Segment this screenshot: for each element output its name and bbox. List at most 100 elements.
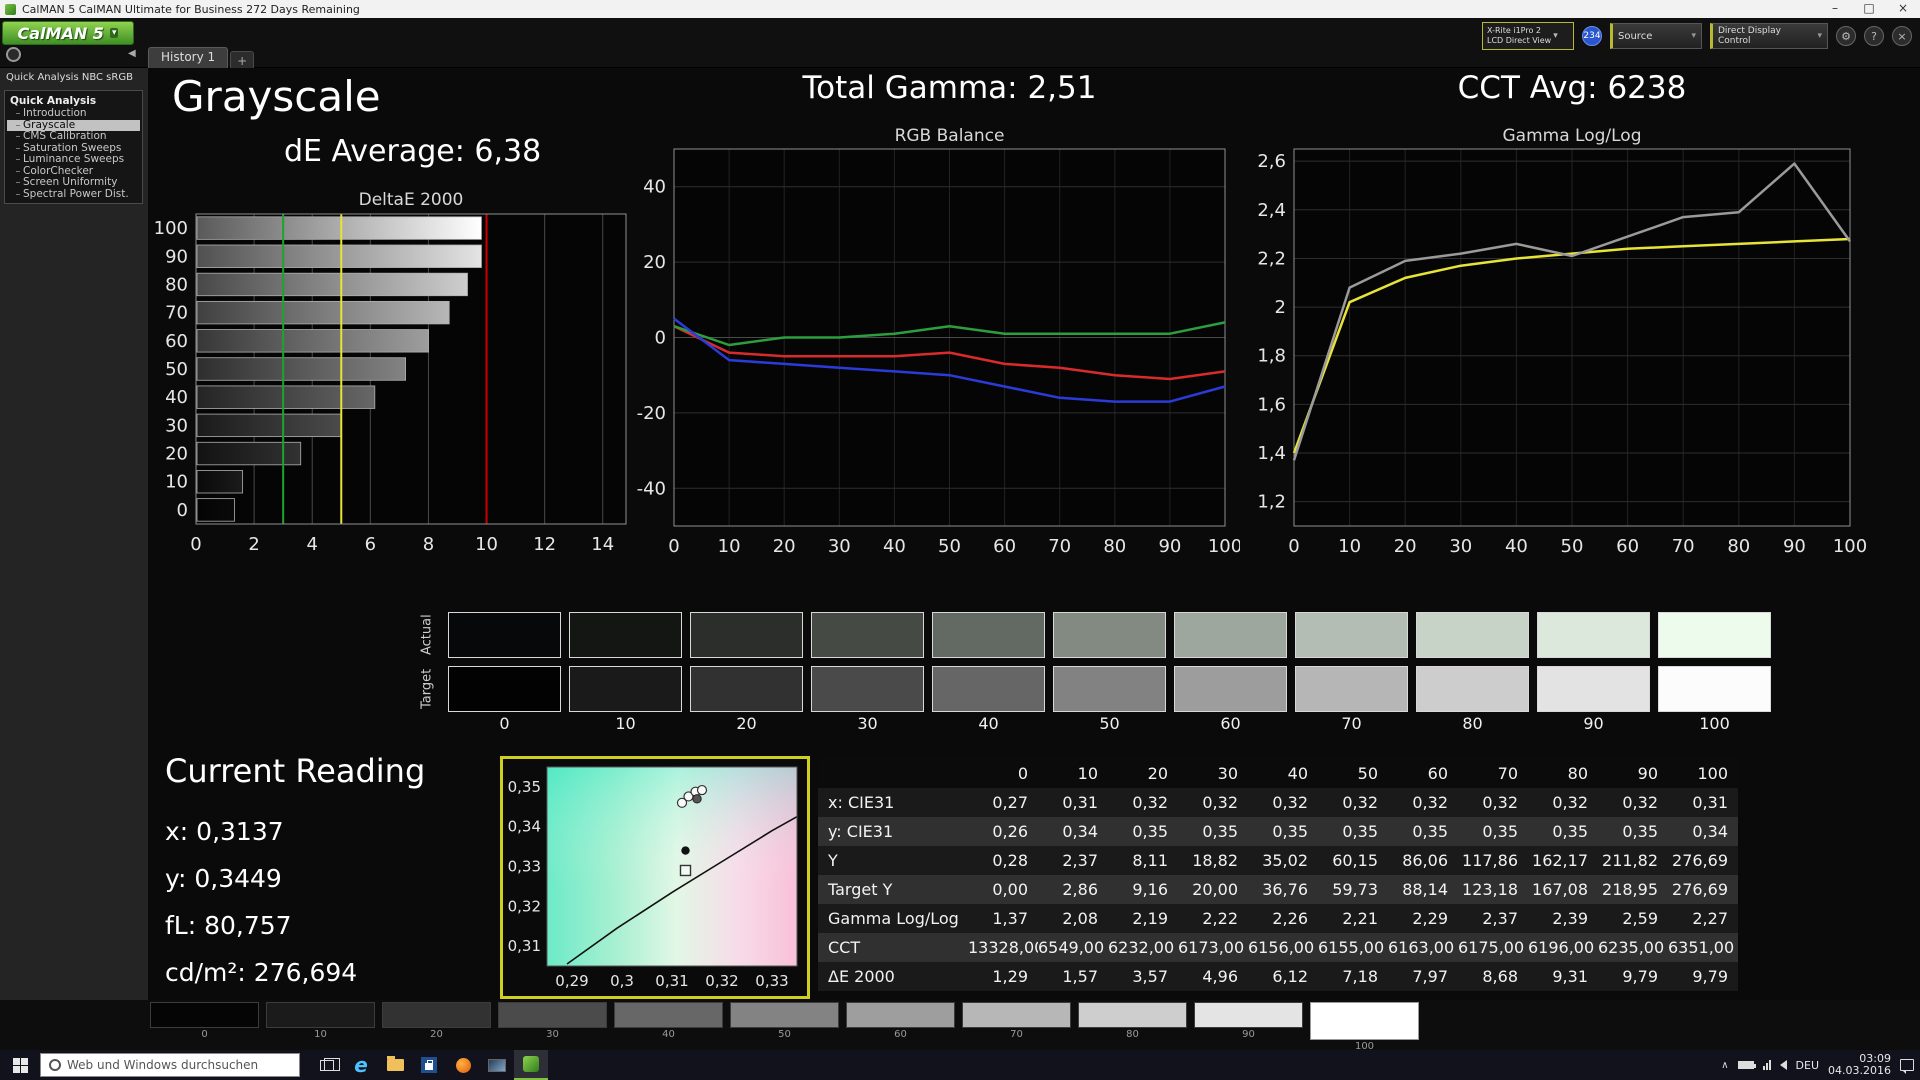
svg-text:70: 70: [1048, 536, 1071, 557]
sidebar-item-introduction[interactable]: Introduction: [7, 107, 140, 120]
level-button-40[interactable]: 40: [614, 1002, 723, 1040]
sidebar-item-screen-uniformity[interactable]: Screen Uniformity: [7, 176, 140, 189]
svg-text:90: 90: [1158, 536, 1181, 557]
gear-icon[interactable]: ⚙: [1836, 26, 1856, 46]
level-button-0[interactable]: 0: [150, 1002, 259, 1040]
store-button[interactable]: [412, 1050, 446, 1080]
screenshot-app-button[interactable]: [480, 1050, 514, 1080]
svg-text:40: 40: [1505, 536, 1528, 557]
table-cell: 0,32: [1178, 788, 1248, 817]
calman-logo[interactable]: CalMAN 5 ▾: [2, 21, 134, 45]
level-button-20[interactable]: 20: [382, 1002, 491, 1040]
battery-icon[interactable]: [1737, 1061, 1756, 1069]
svg-text:-40: -40: [637, 478, 666, 499]
meter-line2: LCD Direct View: [1487, 36, 1552, 45]
task-view-icon: [320, 1057, 340, 1071]
svg-text:10: 10: [718, 536, 741, 557]
swatch-level-label: 30: [857, 714, 878, 733]
svg-text:0,34: 0,34: [508, 818, 541, 836]
add-tab-button[interactable]: +: [230, 51, 255, 68]
svg-text:0,29: 0,29: [555, 972, 588, 990]
svg-text:0: 0: [1288, 536, 1299, 557]
svg-text:100: 100: [1833, 536, 1867, 557]
swatch-comparison: Actual Target 0 10 20 30 40 50 60 70 80 90 100: [414, 612, 1771, 733]
svg-text:40: 40: [165, 387, 188, 408]
session-options-button[interactable]: [6, 47, 21, 62]
table-cell: 2,26: [1248, 904, 1318, 933]
svg-text:40: 40: [883, 536, 906, 557]
task-view-button[interactable]: [310, 1050, 344, 1080]
source-dropdown[interactable]: Source ▾: [1610, 23, 1702, 49]
level-button-30[interactable]: 30: [498, 1002, 607, 1040]
table-cell: 8,68: [1458, 962, 1528, 991]
sidebar-item-luminance-sweeps[interactable]: Luminance Sweeps: [7, 153, 140, 166]
level-button-60[interactable]: 60: [846, 1002, 955, 1040]
actual-swatch-80: [1416, 612, 1529, 658]
clock[interactable]: 03:09 04.03.2016: [1828, 1053, 1891, 1077]
action-center-icon[interactable]: [1900, 1059, 1914, 1074]
svg-text:10: 10: [1338, 536, 1361, 557]
language-indicator[interactable]: DEU: [1796, 1059, 1819, 1072]
swatch-level-label: 90: [1583, 714, 1604, 733]
sidebar-item-spectral-power-dist-[interactable]: Spectral Power Dist.: [7, 188, 140, 201]
actual-swatch-70: [1295, 612, 1408, 658]
table-cell: 2,29: [1388, 904, 1458, 933]
table-cell: 1,29: [968, 962, 1038, 991]
network-icon[interactable]: [1762, 1060, 1771, 1070]
tree-root[interactable]: Quick Analysis: [7, 94, 140, 108]
sidebar-collapse-icon[interactable]: ◀: [128, 48, 136, 59]
edge-browser-button[interactable]: e: [344, 1050, 378, 1080]
table-cell: 7,18: [1318, 962, 1388, 991]
table-cell: 2,27: [1668, 904, 1738, 933]
panel-close-icon[interactable]: ×: [1892, 26, 1912, 46]
svg-text:0: 0: [655, 328, 666, 349]
table-cell: 2,59: [1598, 904, 1668, 933]
svg-text:0: 0: [668, 536, 679, 557]
table-cell: 6235,00: [1598, 933, 1668, 962]
volume-icon[interactable]: [1779, 1060, 1787, 1070]
chevron-down-icon: ▾: [1817, 31, 1822, 41]
date: 04.03.2016: [1828, 1064, 1891, 1077]
windows-taskbar: Web und Windows durchsuchen e ∧ DEU 03:0…: [0, 1050, 1920, 1080]
start-button[interactable]: [0, 1050, 40, 1080]
chevron-down-icon: ▾: [1553, 31, 1558, 41]
app-button-orange[interactable]: [446, 1050, 480, 1080]
toolbar: CalMAN 5 ▾ ◀ History 1 + X-Rite i1Pro 2 …: [0, 18, 1920, 68]
display-control-dropdown[interactable]: Direct Display Control ▾: [1710, 23, 1828, 49]
level-button-50[interactable]: 50: [730, 1002, 839, 1040]
table-cell: 0,32: [1248, 788, 1318, 817]
svg-text:1,6: 1,6: [1257, 394, 1286, 415]
reading-x: x: 0,3137: [165, 817, 284, 846]
table-cell: 211,82: [1598, 846, 1668, 875]
level-button-100[interactable]: 100: [1310, 1002, 1419, 1052]
level-button-80[interactable]: 80: [1078, 1002, 1187, 1040]
minimize-button[interactable]: –: [1818, 0, 1852, 18]
sidebar-item-cms-calibration[interactable]: CMS Calibration: [7, 130, 140, 143]
tray-expand-icon[interactable]: ∧: [1721, 1060, 1728, 1071]
level-button-10[interactable]: 10: [266, 1002, 375, 1040]
close-button[interactable]: ×: [1886, 0, 1920, 18]
window-title: CalMAN 5 CalMAN Ultimate for Business 27…: [22, 2, 360, 16]
svg-text:60: 60: [165, 331, 188, 352]
level-button-90[interactable]: 90: [1194, 1002, 1303, 1040]
target-swatch-10: [569, 666, 682, 712]
cie-chart-panel[interactable]: 0,35 0,34 0,33 0,32 0,31 0,29 0,3 0,31 0,32 0,33: [500, 756, 810, 999]
row-label: x: CIE31: [818, 788, 968, 817]
maximize-button[interactable]: □: [1852, 0, 1886, 18]
help-icon[interactable]: ?: [1864, 26, 1884, 46]
target-swatch-100: [1658, 666, 1771, 712]
taskbar-search[interactable]: Web und Windows durchsuchen: [40, 1053, 300, 1077]
level-button-70[interactable]: 70: [962, 1002, 1071, 1040]
tab-history-1[interactable]: History 1: [148, 47, 229, 68]
pattern-badge[interactable]: 234: [1582, 26, 1602, 46]
actual-swatch-10: [569, 612, 682, 658]
file-explorer-button[interactable]: [378, 1050, 412, 1080]
table-cell: 6196,00: [1528, 933, 1598, 962]
meter-selector[interactable]: X-Rite i1Pro 2 LCD Direct View ▾: [1482, 22, 1574, 50]
column-header: 0: [968, 758, 1038, 788]
current-reading-title: Current Reading: [165, 752, 426, 790]
swatch-level-label: 70: [1341, 714, 1362, 733]
table-cell: 2,39: [1528, 904, 1598, 933]
rgb-balance-chart: 0 10 20 30 40 50 60 70 80 90 100 -40 -20 0 20 40: [637, 148, 1240, 557]
calman-taskbar-button[interactable]: [514, 1050, 548, 1080]
